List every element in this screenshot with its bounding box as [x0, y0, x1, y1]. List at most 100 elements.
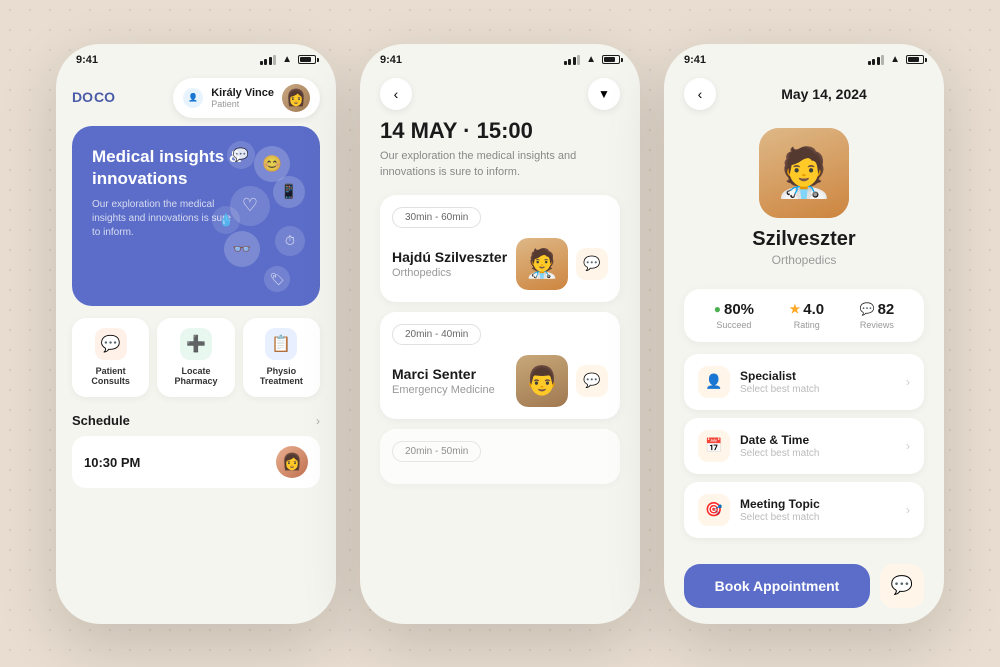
topic-icon: 🎯	[698, 494, 730, 526]
floating-icon-t: 🏷	[264, 266, 290, 292]
battery-icon-3	[906, 55, 924, 64]
status-icons-1: ▲	[260, 54, 316, 65]
book-appointment-button[interactable]: Book Appointment	[684, 564, 870, 608]
reviews-icon: 💬	[860, 302, 875, 316]
doctor-photo-large: 🧑‍⚕️	[759, 128, 849, 218]
locate-pharmacy-icon: ➕	[180, 328, 212, 360]
doc-info-row-2: Marci Senter Emergency Medicine 👨 💬	[392, 355, 608, 407]
doc-details-1: Hajdú Szilveszter Orthopedics	[392, 249, 507, 279]
user-badge[interactable]: 👤 Király Vince Patient 👩	[173, 78, 320, 118]
logo-do: DO	[72, 90, 93, 105]
datetime-icon: 📅	[698, 430, 730, 462]
status-icons-2: ▲	[564, 54, 620, 65]
doctor-card-2[interactable]: 20min - 40min Marci Senter Emergency Med…	[380, 312, 620, 419]
floating-icon-glasses: 👓	[224, 231, 260, 267]
succeed-dot: ●	[714, 302, 721, 316]
message-button-2[interactable]: 💬	[576, 365, 608, 397]
hero-icons: 😊 💬 📱 ♡ ⏱ 👓 🏷 💧	[210, 136, 310, 296]
phone2-main: 14 MAY · 15:00 Our exploration the medic…	[360, 118, 640, 624]
stat-succeed: ● 80% Succeed	[714, 301, 754, 330]
topic-sub: Select best match	[740, 512, 906, 523]
action-locate-pharmacy[interactable]: ➕ Locate Pharmacy	[157, 318, 234, 398]
booking-specialist[interactable]: 👤 Specialist Select best match ›	[684, 354, 924, 410]
schedule-item[interactable]: 10:30 PM 👩	[72, 436, 320, 488]
duration-badge-1: 30min - 60min	[392, 207, 481, 228]
doctor-card-3[interactable]: 20min - 50min	[380, 429, 620, 484]
schedule-avatar: 👩	[276, 446, 308, 478]
succeed-label: Succeed	[714, 320, 754, 330]
specialist-text: Specialist Select best match	[740, 369, 906, 395]
battery-icon-2	[602, 55, 620, 64]
duration-badge-3: 20min - 50min	[392, 441, 481, 462]
action-label-physio: Physio Treatment	[251, 366, 312, 388]
action-label-consults: Patient Consults	[80, 366, 141, 388]
datetime-title: Date & Time	[740, 433, 906, 447]
schedule-title: Schedule	[72, 413, 130, 428]
reviews-value: 💬 82	[860, 301, 895, 318]
phone1-header: DO CO 👤 Király Vince Patient 👩	[56, 70, 336, 126]
time-3: 9:41	[684, 54, 706, 66]
doctor-profile: 🧑‍⚕️ Szilveszter Orthopedics	[664, 118, 944, 289]
date-description: Our exploration the medical insights and…	[380, 148, 620, 181]
specialist-chevron: ›	[906, 375, 910, 389]
wifi-icon-2: ▲	[586, 54, 596, 65]
topic-text: Meeting Topic Select best match	[740, 497, 906, 523]
signal-icon-2	[564, 55, 581, 65]
doctor-specialty-large: Orthopedics	[684, 253, 924, 267]
status-bar-3: 9:41 ▲	[664, 44, 944, 70]
doctor-photo-1: 🧑‍⚕️	[516, 238, 568, 290]
doc-specialty-1: Orthopedics	[392, 267, 507, 279]
rating-star: ★	[790, 302, 801, 316]
app-logo: DO CO	[72, 90, 115, 105]
datetime-chevron: ›	[906, 439, 910, 453]
hero-card: Medical insights & innovations Our explo…	[72, 126, 320, 306]
doc-info-row-1: Hajdú Szilveszter Orthopedics 🧑‍⚕️ 💬	[392, 238, 608, 290]
phone-3: 9:41 ▲ ‹ May 14, 2024 🧑‍⚕️ Szilveszter O…	[664, 44, 944, 624]
user-name: Király Vince	[211, 87, 274, 99]
action-physio-treatment[interactable]: 📋 Physio Treatment	[243, 318, 320, 398]
rating-label: Rating	[790, 320, 825, 330]
schedule-chevron[interactable]: ›	[316, 414, 320, 428]
booking-topic[interactable]: 🎯 Meeting Topic Select best match ›	[684, 482, 924, 538]
stat-reviews: 💬 82 Reviews	[860, 301, 895, 330]
wifi-icon: ▲	[282, 54, 292, 65]
doc-name-1: Hajdú Szilveszter	[392, 249, 507, 265]
specialist-sub: Select best match	[740, 384, 906, 395]
nav-header-3: ‹ May 14, 2024	[664, 70, 944, 118]
rating-value: ★ 4.0	[790, 301, 825, 318]
patient-consults-icon: 💬	[95, 328, 127, 360]
action-patient-consults[interactable]: 💬 Patient Consults	[72, 318, 149, 398]
topic-chevron: ›	[906, 503, 910, 517]
user-badge-icon: 👤	[183, 88, 203, 108]
schedule-section: Schedule › 10:30 PM 👩	[56, 409, 336, 492]
datetime-text: Date & Time Select best match	[740, 433, 906, 459]
duration-badge-2: 20min - 40min	[392, 324, 481, 345]
date-heading: 14 MAY · 15:00	[380, 118, 620, 144]
reviews-label: Reviews	[860, 320, 895, 330]
user-role: Patient	[211, 99, 274, 109]
topic-title: Meeting Topic	[740, 497, 906, 511]
filter-button[interactable]: ▼	[588, 78, 620, 110]
phone3-footer: Book Appointment 💬	[664, 554, 944, 624]
doctor-card-1[interactable]: 30min - 60min Hajdú Szilveszter Orthoped…	[380, 195, 620, 302]
logo-co: CO	[94, 90, 115, 105]
phone3-date: May 14, 2024	[781, 86, 867, 102]
signal-icon-3	[868, 55, 885, 65]
back-button-2[interactable]: ‹	[380, 78, 412, 110]
stat-rating: ★ 4.0 Rating	[790, 301, 825, 330]
message-button-1[interactable]: 💬	[576, 248, 608, 280]
doc-specialty-2: Emergency Medicine	[392, 384, 495, 396]
succeed-value: ● 80%	[714, 301, 754, 318]
battery-icon	[298, 55, 316, 64]
doc-details-2: Marci Senter Emergency Medicine	[392, 366, 495, 396]
chat-button[interactable]: 💬	[880, 564, 924, 608]
booking-datetime[interactable]: 📅 Date & Time Select best match ›	[684, 418, 924, 474]
stats-row: ● 80% Succeed ★ 4.0 Rating 💬 82 Reviews	[684, 289, 924, 342]
back-button-3[interactable]: ‹	[684, 78, 716, 110]
user-info: Király Vince Patient	[211, 87, 274, 109]
wifi-icon-3: ▲	[890, 54, 900, 65]
status-bar-1: 9:41 ▲	[56, 44, 336, 70]
phone-1: 9:41 ▲ DO CO 👤 Király Vince Patient 👩	[56, 44, 336, 624]
doc-name-2: Marci Senter	[392, 366, 495, 382]
doctor-photo-2: 👨	[516, 355, 568, 407]
